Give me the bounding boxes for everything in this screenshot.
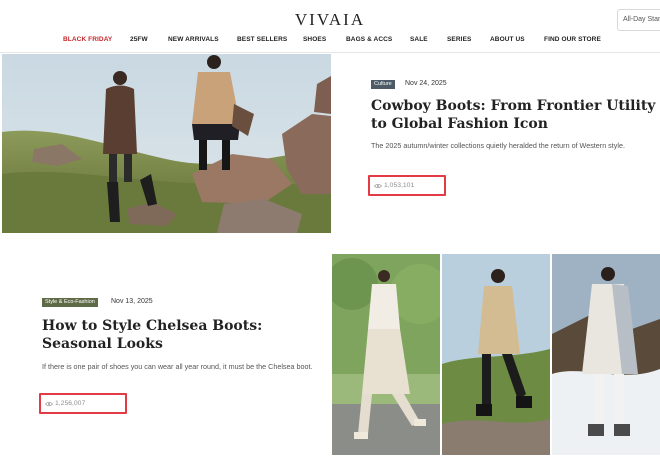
eye-icon <box>374 183 382 189</box>
nav-item-25fw[interactable]: 25FW <box>130 36 148 43</box>
nav-item-best-sellers[interactable]: BEST SELLERS <box>237 36 287 43</box>
article-image-chelsea-boots-1[interactable] <box>332 254 440 455</box>
nav-item-about-us[interactable]: ABOUT US <box>490 36 525 43</box>
eye-icon <box>45 401 53 407</box>
view-count: 1,053,101 <box>368 175 446 196</box>
nav-item-new-arrivals[interactable]: NEW ARRIVALS <box>168 36 219 43</box>
nav-item-black-friday[interactable]: BLACK FRIDAY <box>63 36 112 43</box>
article-tag[interactable]: Style & Eco-Fashion <box>42 298 98 307</box>
brand-logo[interactable]: VIVAIA <box>0 10 660 30</box>
article-date: Nov 24, 2025 <box>405 80 447 87</box>
nav-item-sale[interactable]: SALE <box>410 36 428 43</box>
nav-item-shoes[interactable]: SHOES <box>303 36 326 43</box>
search-input[interactable]: All-Day Stan <box>617 9 660 31</box>
view-count: 1,256,007 <box>39 393 127 414</box>
article-title[interactable]: How to Style Chelsea Boots: Seasonal Loo… <box>42 318 322 354</box>
article-image-chelsea-boots-3[interactable] <box>552 254 660 455</box>
article-image-chelsea-boots-2[interactable] <box>442 254 550 455</box>
article-tag[interactable]: Culture <box>371 80 395 89</box>
article-excerpt: The 2025 autumn/winter collections quiet… <box>371 141 625 150</box>
nav-divider <box>0 52 660 53</box>
view-count-value: 1,256,007 <box>55 400 86 407</box>
article-image-cowboy-boots[interactable] <box>2 54 331 233</box>
article-date: Nov 13, 2025 <box>111 298 153 305</box>
article-title[interactable]: Cowboy Boots: From Frontier Utility to G… <box>371 98 656 134</box>
nav-item-series[interactable]: SERIES <box>447 36 471 43</box>
article-excerpt: If there is one pair of shoes you can we… <box>42 362 313 371</box>
nav-item-bags-accs[interactable]: BAGS & ACCS <box>346 36 392 43</box>
nav-item-find-our-store[interactable]: FIND OUR STORE <box>544 36 601 43</box>
view-count-value: 1,053,101 <box>384 182 415 189</box>
main-nav: BLACK FRIDAY 25FW NEW ARRIVALS BEST SELL… <box>0 36 660 48</box>
